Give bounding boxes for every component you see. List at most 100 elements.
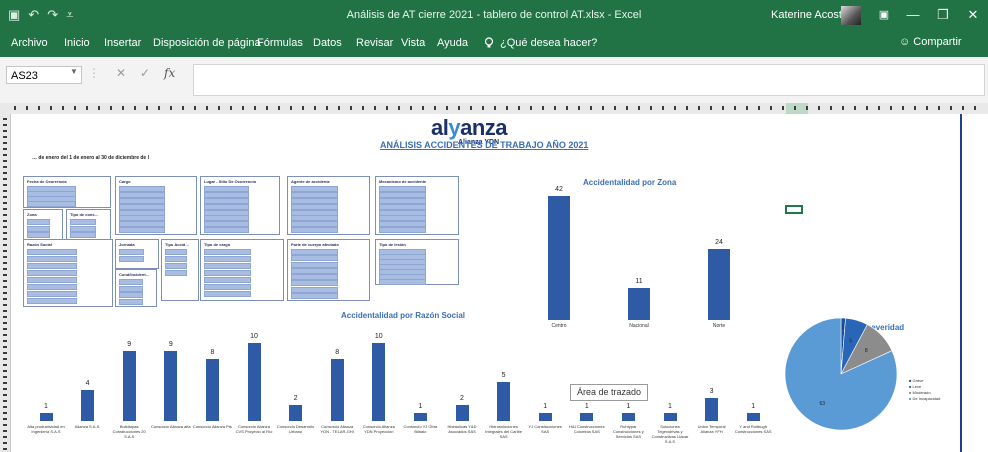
tab-revisar[interactable]: Revisar — [356, 37, 393, 49]
selected-shape[interactable] — [785, 205, 803, 214]
chart-bar[interactable] — [548, 196, 570, 320]
slicer[interactable]: Cond/Incident… — [115, 269, 157, 307]
avatar[interactable] — [841, 6, 861, 25]
slicer-item[interactable] — [27, 270, 78, 276]
slicer[interactable]: Zona — [23, 209, 63, 241]
slicer[interactable]: Mecanismo de accidente — [375, 176, 459, 235]
chart-bar[interactable] — [205, 358, 219, 421]
slicer-item[interactable] — [70, 232, 96, 239]
slicer-item[interactable] — [27, 219, 50, 225]
slicer-item[interactable] — [119, 256, 145, 262]
row-headers[interactable] — [0, 114, 11, 452]
chart-bar[interactable] — [663, 413, 677, 421]
tab-archivo[interactable]: Archivo — [11, 37, 48, 49]
chart-bar[interactable] — [330, 358, 344, 421]
cancel-icon[interactable]: ✕ — [116, 66, 126, 80]
slicer[interactable]: Tipo de cargo — [200, 239, 284, 301]
slicer[interactable]: Parte de cuerpo afectado — [287, 239, 370, 301]
slicer-item[interactable] — [165, 256, 187, 262]
slicer-item[interactable] — [119, 298, 143, 305]
slicer-item[interactable] — [204, 291, 252, 297]
minimize-button[interactable]: — — [898, 4, 928, 26]
chart-bar[interactable] — [39, 413, 53, 421]
tab-datos[interactable]: Datos — [313, 37, 342, 49]
chart-bar[interactable] — [372, 343, 386, 421]
slicer-item[interactable] — [119, 279, 143, 285]
slicer-item[interactable] — [204, 277, 252, 283]
slicer-item[interactable] — [27, 249, 78, 255]
chart-bar[interactable] — [708, 249, 730, 320]
close-button[interactable]: ✕ — [958, 4, 988, 26]
slicer-item[interactable] — [204, 263, 252, 269]
chart-bar[interactable] — [497, 382, 511, 421]
severidad-pie-chart[interactable]: 1 5 8 63 — [781, 314, 901, 434]
slicer-item[interactable] — [119, 285, 143, 292]
share-button[interactable]: ☺ Compartir — [899, 36, 962, 48]
slicer-item[interactable] — [291, 280, 338, 287]
tab-inicio[interactable]: Inicio — [64, 37, 90, 49]
tab-formulas[interactable]: Fórmulas — [257, 37, 303, 49]
slicer-item[interactable] — [204, 256, 252, 262]
slicer-item[interactable] — [291, 249, 338, 255]
slicer-item[interactable] — [27, 291, 78, 297]
slicer-item[interactable] — [70, 225, 96, 232]
slicer-item[interactable] — [204, 227, 249, 234]
slicer-item[interactable] — [27, 232, 50, 239]
slicer[interactable]: Fecha de Ocurrencia — [23, 176, 111, 208]
chart-bar[interactable] — [164, 350, 178, 421]
slicer[interactable]: Agente de accidente — [287, 176, 370, 235]
slicer-item[interactable] — [204, 249, 252, 255]
slicer-item[interactable] — [27, 284, 78, 290]
tab-disposicion-pagina[interactable]: Disposición de página — [153, 37, 261, 49]
enter-icon[interactable]: ✓ — [140, 66, 150, 80]
tab-insertar[interactable]: Insertar — [104, 37, 141, 49]
chart-bar[interactable] — [580, 413, 594, 421]
slicer-item[interactable] — [379, 279, 427, 285]
tell-me-search[interactable]: ¿Qué desea hacer? — [500, 37, 597, 49]
chart-bar[interactable] — [628, 287, 650, 320]
slicer-item[interactable] — [70, 219, 96, 225]
slicer-item[interactable] — [291, 267, 338, 274]
tab-ayuda[interactable]: Ayuda — [437, 37, 468, 49]
slicer[interactable]: Cargo — [115, 176, 197, 235]
slicer-item[interactable] — [291, 292, 338, 299]
slicer-item[interactable] — [291, 274, 338, 280]
chart-bar[interactable] — [746, 413, 760, 421]
selected-column-header[interactable] — [786, 103, 808, 114]
slicer-item[interactable] — [204, 284, 252, 290]
slicer[interactable]: Tipo de lesión — [375, 239, 459, 285]
slicer-item[interactable] — [119, 227, 165, 234]
slicer-item[interactable] — [165, 249, 187, 255]
chart-bar[interactable] — [705, 397, 719, 421]
slicer[interactable]: Tipo Accid… — [161, 239, 199, 301]
chart-bar[interactable] — [247, 343, 261, 421]
chart-bar[interactable] — [538, 413, 552, 421]
chart-bar[interactable] — [455, 405, 469, 421]
slicer-item[interactable] — [165, 270, 187, 276]
slicer-item[interactable] — [27, 277, 78, 283]
slicer-item[interactable] — [165, 263, 187, 269]
slicer-item[interactable] — [291, 286, 338, 293]
chart-bar[interactable] — [621, 413, 635, 421]
slicer[interactable]: Lugar - Sitio De Ocurrencia — [200, 176, 280, 235]
slicer[interactable]: Tipo de cons… — [66, 209, 111, 241]
slicer-item[interactable] — [204, 270, 252, 276]
slicer-item[interactable] — [291, 227, 338, 234]
slicer-item[interactable] — [27, 201, 77, 207]
slicer-item[interactable] — [119, 292, 143, 298]
tab-vista[interactable]: Vista — [401, 37, 425, 49]
chart-bar[interactable] — [122, 350, 136, 421]
slicer-item[interactable] — [27, 298, 78, 304]
slicer-item[interactable] — [27, 256, 78, 262]
slicer[interactable]: Razón Social — [23, 239, 113, 307]
insert-function-icon[interactable]: fx — [164, 66, 175, 80]
chevron-down-icon[interactable]: ▼ — [70, 67, 78, 76]
ribbon-display-icon[interactable]: ▣ — [869, 4, 899, 26]
slicer-item[interactable] — [27, 225, 50, 232]
slicer-item[interactable] — [119, 249, 145, 255]
slicer-item[interactable] — [291, 255, 338, 262]
restore-button[interactable]: ❐ — [928, 4, 958, 26]
chart-bar[interactable] — [289, 405, 303, 421]
formula-input[interactable] — [193, 64, 985, 96]
user-name[interactable]: Katerine Acosta — [771, 9, 848, 21]
